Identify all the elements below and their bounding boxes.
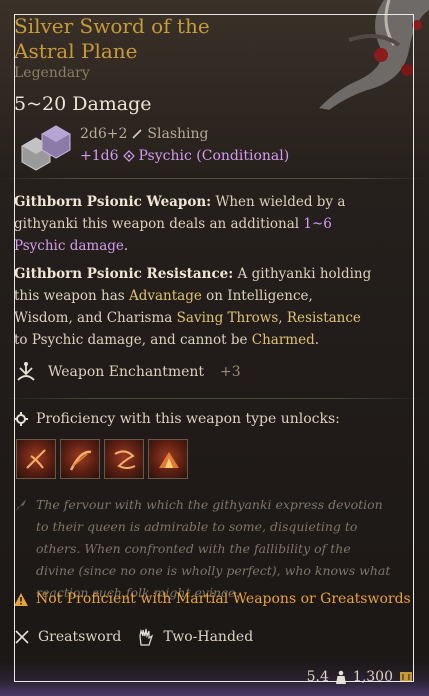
passive-text-end: . [314, 332, 320, 348]
charmed-link[interactable]: Charmed [252, 332, 315, 348]
two-handed-tag[interactable]: Two-Handed [137, 627, 253, 647]
damage-type: Slashing [147, 126, 209, 142]
damage-bonus-type: Psychic (Conditional) [138, 148, 290, 164]
crossed-swords-icon [15, 630, 29, 644]
passive-name: Githborn Psionic Resistance: [14, 266, 234, 282]
lacerate-icon[interactable] [104, 439, 144, 479]
section-divider [0, 398, 429, 399]
passive-psionic-resistance: Githborn Psionic Resistance: A githyanki… [14, 263, 374, 351]
item-price: 1,300 [352, 669, 393, 685]
passive-name: Githborn Psionic Weapon: [14, 194, 212, 210]
property-label: Greatsword [38, 629, 122, 645]
slash-icon[interactable] [60, 439, 100, 479]
passive-text: , [278, 310, 287, 326]
proficiency-header: Proficiency with this weapon type unlock… [14, 411, 340, 427]
item-stats-footer: 5.4 1,300 [307, 669, 413, 685]
enchantment-label: Weapon Enchantment [48, 364, 205, 380]
blade-icon [132, 129, 142, 139]
item-weight: 5.4 [306, 669, 329, 685]
not-proficient-label: Not Proficient [36, 591, 136, 607]
item-lore: The fervour with which the githyanki exp… [36, 497, 391, 600]
proficiency-warning: Not Proficient with Martial Weapons or G… [14, 591, 411, 607]
hand-icon [139, 628, 154, 646]
item-title: Silver Sword of the Astral Plane [14, 14, 210, 63]
property-label: Two-Handed [163, 629, 254, 645]
weapon-type-link[interactable]: Martial Weapons or Greatswords [176, 591, 411, 607]
enchantment-icon [17, 362, 35, 381]
saving-throws-link[interactable]: Saving Throws [177, 310, 279, 326]
enchantment-value: +3 [220, 364, 241, 380]
damage-bonus-line: +1d6 Psychic (Conditional) [80, 148, 289, 164]
dice-icon [21, 125, 71, 171]
greatsword-tag[interactable]: Greatsword [14, 629, 121, 645]
weapon-actions [16, 439, 188, 479]
weight-icon [335, 670, 346, 684]
damage-primary-line: 2d6+2 Slashing [80, 126, 209, 142]
advantage-link[interactable]: Advantage [129, 288, 202, 304]
damage-range: 5~20 Damage [14, 93, 152, 115]
psychic-icon [122, 150, 135, 162]
warning-icon [14, 592, 28, 606]
resistance-link[interactable]: Resistance [287, 310, 361, 326]
weapon-properties: Greatsword Two-Handed [14, 627, 259, 647]
item-rarity: Legendary [14, 65, 90, 81]
quill-icon [16, 499, 26, 511]
item-tooltip: Silver Sword of the Astral Plane Legenda… [0, 0, 429, 696]
flourish-icon[interactable] [16, 439, 56, 479]
damage-dice: 2d6+2 [80, 126, 128, 142]
gold-coin-icon [400, 672, 412, 682]
gear-icon [14, 412, 28, 426]
passive-text: to Psychic damage, and cannot be [14, 332, 252, 348]
cleave-icon[interactable] [148, 439, 188, 479]
section-divider [0, 178, 429, 179]
proficiency-label: Proficiency with this weapon type unlock… [36, 411, 340, 427]
passive-psionic-weapon: Githborn Psionic Weapon: When wielded by… [14, 191, 374, 257]
weapon-enchantment-row[interactable]: Weapon Enchantment +3 [14, 360, 241, 384]
warning-text: with [135, 591, 176, 607]
damage-bonus-dice: +1d6 [80, 148, 119, 164]
passive-text-end: . [123, 238, 129, 254]
